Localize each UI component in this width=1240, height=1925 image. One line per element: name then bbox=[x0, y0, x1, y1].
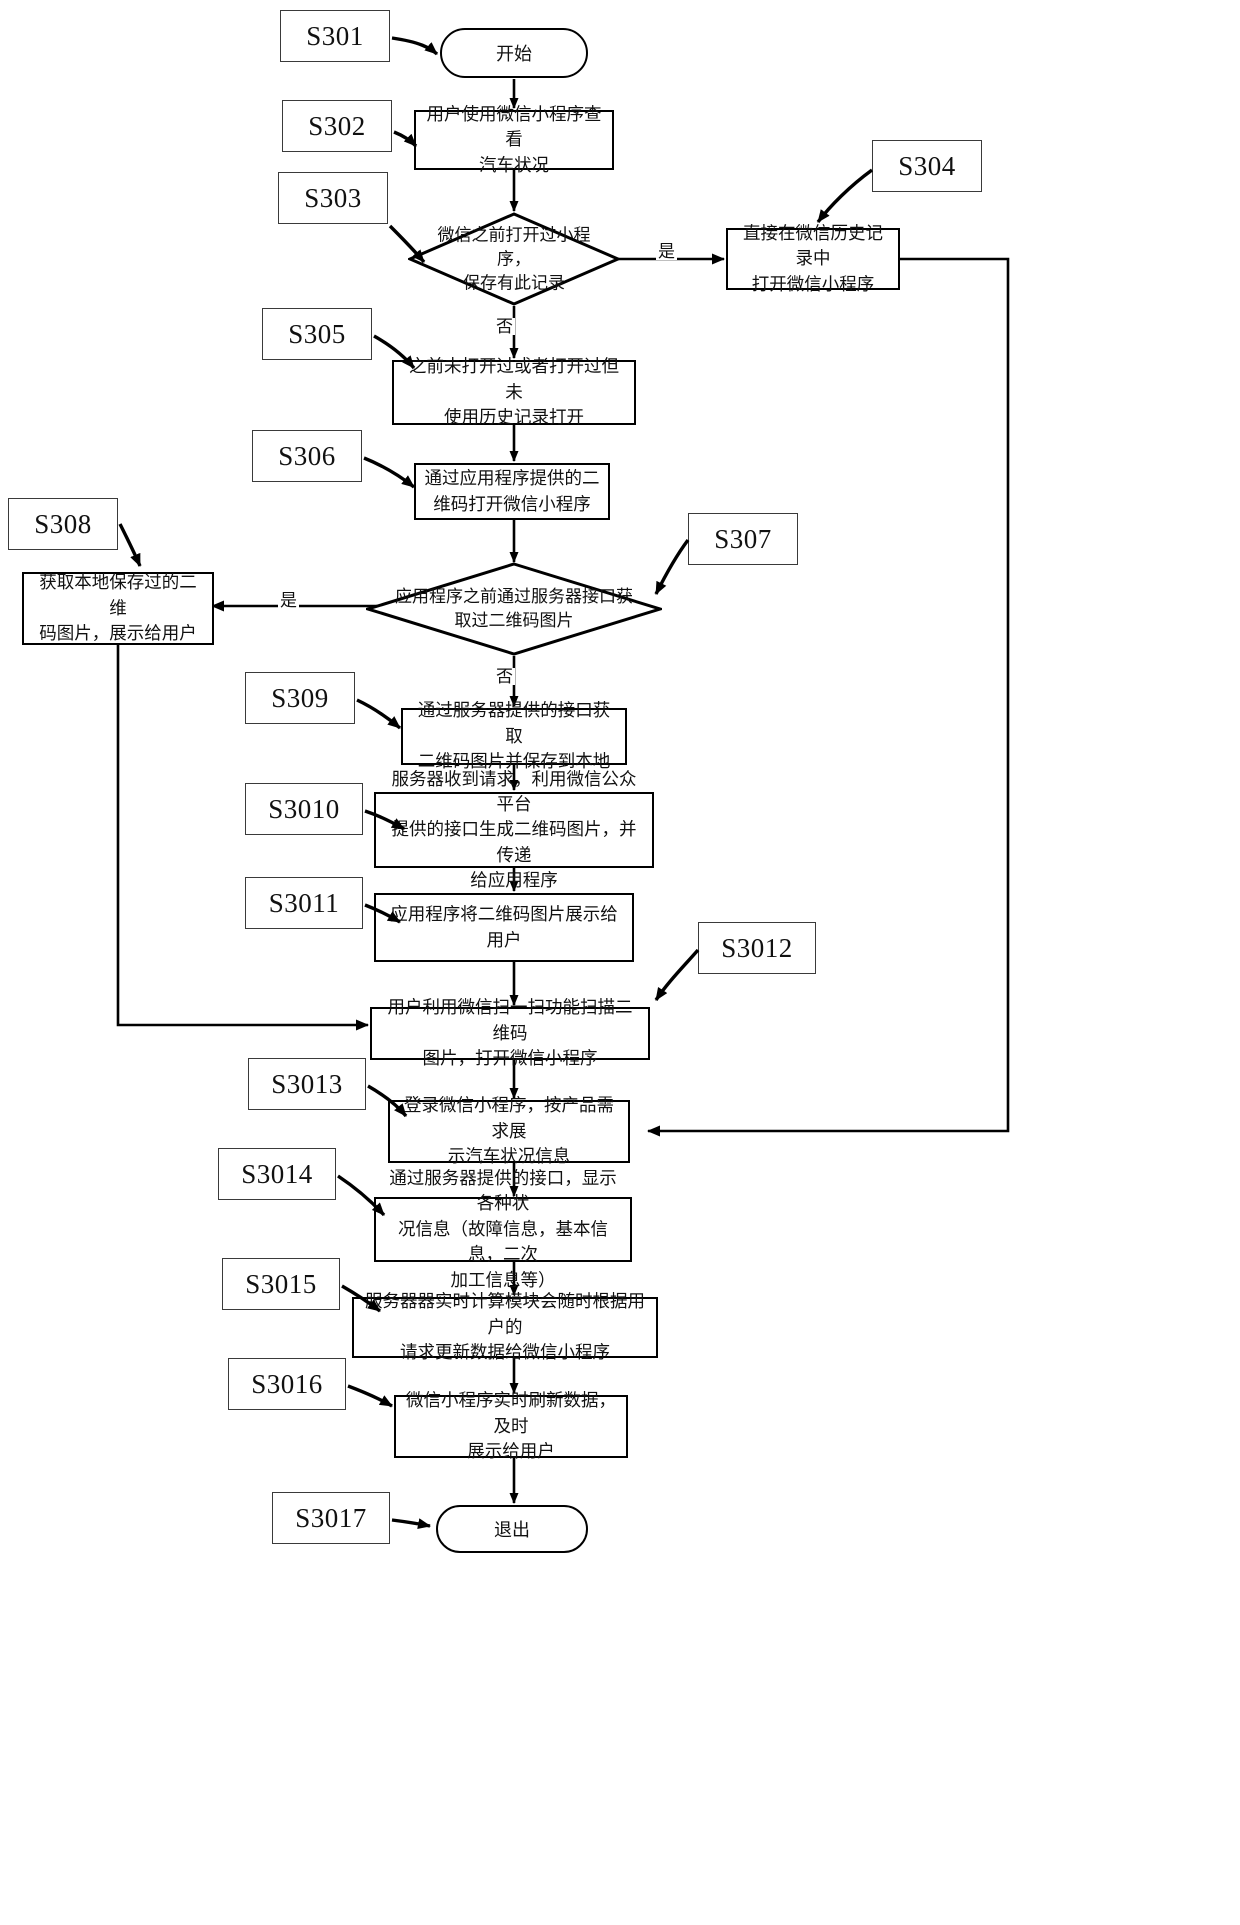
node-3013-line2: 示汽车状况信息 bbox=[447, 1146, 571, 1167]
node-305-line1: 之前未打开过或者打开过但未 bbox=[409, 356, 619, 402]
node-3016-line2: 展示给用户 bbox=[467, 1441, 555, 1462]
node-302-line2: 汽车状况 bbox=[479, 154, 549, 175]
node-3015-line1: 服务器器实时计算模块会随时根据用户的 bbox=[365, 1291, 645, 1337]
step-label-s309: S309 bbox=[245, 672, 355, 724]
step-label-s307: S307 bbox=[688, 513, 798, 565]
node-303-line2: 保存有此记录 bbox=[462, 272, 565, 292]
node-show-status-info: 通过服务器提供的接口，显示各种状 况信息（故障信息，基本信息，二次 加工信息等） bbox=[374, 1168, 632, 1290]
step-label-s305: S305 bbox=[262, 308, 372, 360]
node-304-line2: 打开微信小程序 bbox=[751, 273, 875, 294]
node-3016-line1: 微信小程序实时刷新数据，及时 bbox=[406, 1390, 616, 1436]
step-label-s303: S303 bbox=[278, 172, 388, 224]
flowchart-canvas: S301 S302 S303 S304 S305 S306 S307 S308 … bbox=[0, 0, 1240, 1925]
node-3014-line2: 况信息（故障信息，基本信息，二次 bbox=[398, 1218, 608, 1265]
node-server-realtime-compute: 服务器器实时计算模块会随时根据用户的 请求更新数据给微信小程序 bbox=[352, 1291, 658, 1362]
node-start-label: 开始 bbox=[496, 44, 532, 64]
step-label-s306: S306 bbox=[252, 430, 362, 482]
node-not-opened-before: 之前未打开过或者打开过但未 使用历史记录打开 bbox=[392, 356, 636, 428]
node-fetch-qrcode-from-server: 通过服务器提供的接口获取 二维码图片并保存到本地 bbox=[401, 700, 627, 771]
node-307-line1: 应用程序之前通过服务器接口获 bbox=[394, 587, 633, 607]
node-3014-line1: 通过服务器提供的接口，显示各种状 bbox=[389, 1168, 617, 1214]
node-server-generate-qrcode: 服务器收到请求，利用微信公众平台 提供的接口生成二维码图片，并传递 给应用程序 bbox=[374, 769, 654, 890]
step-label-s304: S304 bbox=[872, 140, 982, 192]
step-label-s302: S302 bbox=[282, 100, 392, 152]
node-3014-line3: 加工信息等） bbox=[450, 1269, 556, 1290]
node-3011-line1: 应用程序将二维码图片展示给用户 bbox=[390, 904, 618, 950]
node-open-via-qrcode: 通过应用程序提供的二 维码打开微信小程序 bbox=[414, 463, 610, 520]
node-3013-line1: 登录微信小程序，按产品需求展 bbox=[404, 1095, 614, 1141]
leader-arrow-layer bbox=[118, 36, 874, 1530]
step-label-s3014: S3014 bbox=[218, 1148, 336, 1200]
node-308-line1: 获取本地保存过的二维 bbox=[39, 572, 197, 618]
step-label-s3012: S3012 bbox=[698, 922, 816, 974]
node-login-miniprogram: 登录微信小程序，按产品需求展 示汽车状况信息 bbox=[388, 1095, 630, 1167]
edge-label-307-no: 否 bbox=[494, 667, 515, 686]
node-miniprogram-refresh: 微信小程序实时刷新数据，及时 展示给用户 bbox=[394, 1390, 628, 1462]
node-exit: 退出 bbox=[436, 1505, 588, 1553]
node-307-line2: 取过二维码图片 bbox=[454, 611, 574, 630]
node-start: 开始 bbox=[440, 28, 588, 78]
node-3015-line2: 请求更新数据给微信小程序 bbox=[400, 1342, 610, 1363]
step-label-s308: S308 bbox=[8, 498, 118, 550]
node-decision-history-record: 微信之前打开过小程序， 保存有此记录 bbox=[408, 212, 620, 306]
node-305-line2: 使用历史记录打开 bbox=[444, 407, 584, 428]
node-306-line1: 通过应用程序提供的二 bbox=[424, 468, 600, 489]
node-3012-line2: 图片，打开微信小程序 bbox=[422, 1048, 598, 1069]
node-3010-line2: 提供的接口生成二维码图片，并传递 bbox=[391, 819, 637, 865]
node-309-line1: 通过服务器提供的接口获取 bbox=[417, 700, 611, 746]
step-label-s3017: S3017 bbox=[272, 1492, 390, 1544]
node-302-line1: 用户使用微信小程序查看 bbox=[426, 103, 602, 150]
connector-layer bbox=[116, 79, 1010, 1504]
node-open-from-history: 直接在微信历史记录中 打开微信小程序 bbox=[726, 223, 900, 294]
node-view-car-status: 用户使用微信小程序查看 汽车状况 bbox=[414, 104, 614, 175]
node-308-line2: 码图片，展示给用户 bbox=[39, 623, 197, 644]
node-decision-qrcode-fetched: 应用程序之前通过服务器接口获 取过二维码图片 bbox=[366, 562, 662, 656]
edge-label-303-no: 否 bbox=[494, 317, 515, 336]
node-exit-label: 退出 bbox=[494, 1520, 530, 1540]
step-label-s3015: S3015 bbox=[222, 1258, 340, 1310]
node-306-line2: 维码打开微信小程序 bbox=[433, 493, 591, 514]
node-user-scan-qrcode: 用户利用微信扫一扫功能扫描二维码 图片，打开微信小程序 bbox=[370, 997, 650, 1068]
step-label-s3011: S3011 bbox=[245, 877, 363, 929]
node-3010-line3: 给应用程序 bbox=[470, 870, 558, 891]
step-label-s3016: S3016 bbox=[228, 1358, 346, 1410]
step-label-s3013: S3013 bbox=[248, 1058, 366, 1110]
edge-label-303-yes: 是 bbox=[656, 242, 677, 261]
node-get-local-qrcode: 获取本地保存过的二维 码图片，展示给用户 bbox=[22, 572, 214, 645]
node-app-show-qrcode: 应用程序将二维码图片展示给用户 bbox=[374, 893, 634, 962]
node-303-line1: 微信之前打开过小程序， bbox=[437, 225, 591, 269]
node-3012-line1: 用户利用微信扫一扫功能扫描二维码 bbox=[387, 997, 633, 1043]
node-304-line1: 直接在微信历史记录中 bbox=[743, 222, 883, 269]
step-label-s3010: S3010 bbox=[245, 783, 363, 835]
step-label-s301: S301 bbox=[280, 10, 390, 62]
edge-label-307-yes: 是 bbox=[278, 591, 299, 610]
node-3010-line1: 服务器收到请求，利用微信公众平台 bbox=[391, 768, 637, 814]
